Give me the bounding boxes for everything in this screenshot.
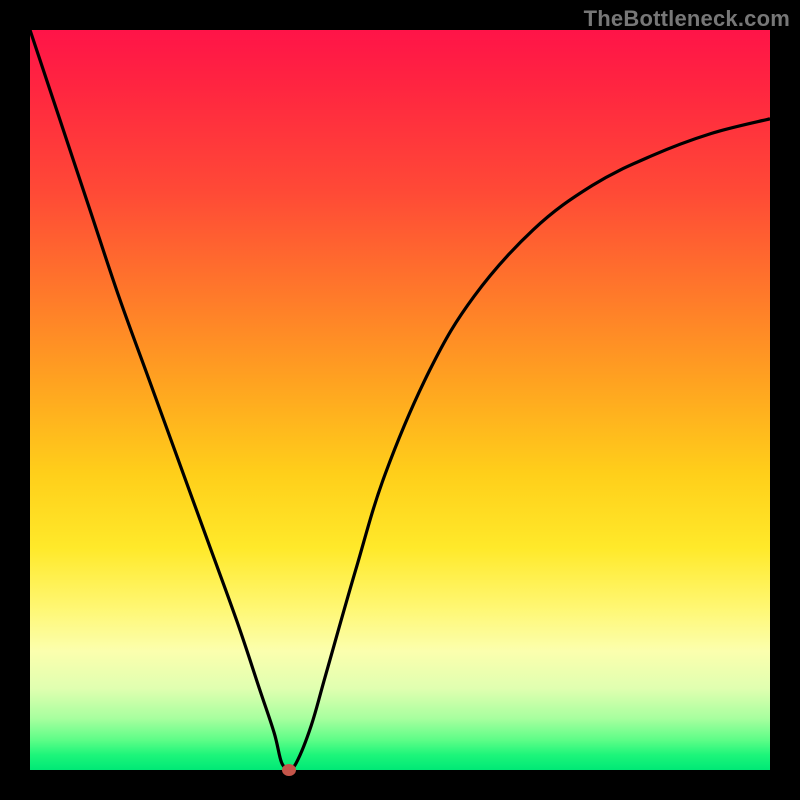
chart-frame: TheBottleneck.com bbox=[0, 0, 800, 800]
bottleneck-curve bbox=[30, 30, 770, 770]
optimal-point-marker bbox=[282, 764, 296, 776]
watermark-label: TheBottleneck.com bbox=[584, 6, 790, 32]
plot-area bbox=[30, 30, 770, 770]
